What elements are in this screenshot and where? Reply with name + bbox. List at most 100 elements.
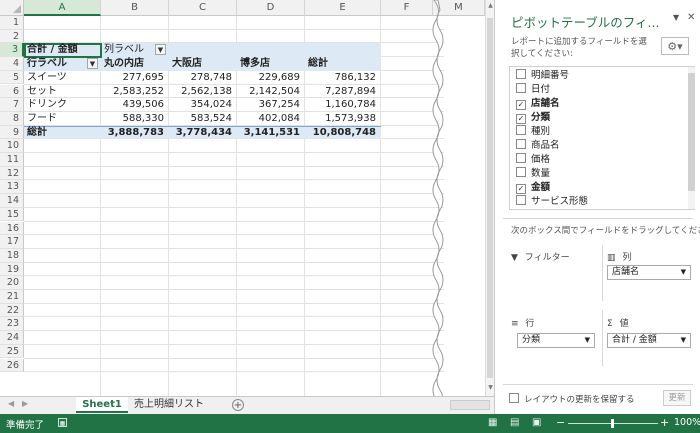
checkbox-icon[interactable]: [516, 83, 526, 93]
pivot-value-cell[interactable]: 354,024: [169, 98, 236, 112]
row-header[interactable]: 4: [0, 57, 24, 71]
row-header[interactable]: 26: [0, 358, 24, 373]
column-header-d[interactable]: D: [237, 0, 305, 16]
defer-update-option[interactable]: レイアウトの更新を保留する: [509, 393, 635, 405]
field-list-scrollbar[interactable]: [688, 67, 695, 209]
pivot-grand-total-label[interactable]: 総計: [27, 126, 99, 140]
pivot-grand-total-cell[interactable]: 3,141,531: [237, 126, 304, 140]
close-icon[interactable]: ✕: [687, 12, 695, 23]
row-header[interactable]: 6: [0, 84, 24, 99]
page-break-view-icon[interactable]: ▣: [532, 417, 541, 428]
column-header-a[interactable]: A: [24, 0, 101, 16]
column-filter-button[interactable]: ▼: [155, 44, 166, 56]
spreadsheet-grid[interactable]: A B C D E F M 1 2 3 4 5 6 7 8 9 10 11 12 13 14 15 16 17 1…: [0, 0, 494, 396]
horizontal-scrollbar[interactable]: [450, 400, 490, 410]
zoom-slider-thumb[interactable]: [611, 419, 614, 428]
columns-field-dropdown[interactable]: 店舗名 ▼: [607, 265, 691, 280]
row-header[interactable]: 9: [0, 125, 24, 140]
pivot-row-labels[interactable]: 行ラベル: [27, 57, 85, 71]
checkbox-icon[interactable]: [516, 153, 526, 163]
column-header-e[interactable]: E: [305, 0, 381, 16]
add-sheet-icon[interactable]: +: [232, 399, 244, 411]
pivot-value-cell[interactable]: 2,142,504: [237, 85, 304, 99]
row-header[interactable]: 7: [0, 98, 24, 112]
pivot-column-header[interactable]: 大阪店: [172, 57, 236, 71]
checkbox-checked-icon[interactable]: ✓: [516, 100, 526, 110]
rows-field-dropdown[interactable]: 分類 ▼: [517, 333, 595, 348]
pivot-value-cell[interactable]: 588,330: [101, 112, 168, 126]
pivot-field-item[interactable]: ✓ 金額: [516, 181, 680, 195]
row-header[interactable]: 2: [0, 29, 24, 44]
gear-icon[interactable]: ⚙▾: [661, 37, 689, 55]
row-filter-button[interactable]: ▼: [87, 58, 98, 70]
checkbox-icon[interactable]: [516, 195, 526, 205]
row-header[interactable]: 8: [0, 111, 24, 126]
pivot-row-total-cell[interactable]: 1,160,784: [305, 98, 380, 112]
pivot-row-label[interactable]: フード: [27, 112, 99, 126]
column-header-c[interactable]: C: [169, 0, 237, 16]
row-header[interactable]: 21: [0, 290, 24, 304]
checkbox-icon[interactable]: [516, 139, 526, 149]
pivot-row-total-cell[interactable]: 7,287,894: [305, 85, 380, 99]
pivot-row-label[interactable]: スイーツ: [27, 71, 99, 85]
pivot-value-cell[interactable]: 402,084: [237, 112, 304, 126]
pivot-value-cell[interactable]: 229,689: [237, 71, 304, 85]
pivot-field-item[interactable]: 価格: [516, 153, 680, 167]
normal-view-icon[interactable]: ▦: [488, 417, 497, 428]
row-header[interactable]: 13: [0, 180, 24, 195]
pivot-value-cell[interactable]: 277,695: [101, 71, 168, 85]
pane-options-dropdown-icon[interactable]: ▼: [673, 13, 679, 22]
pivot-field-item[interactable]: 日付: [516, 83, 680, 97]
scrollbar-thumb[interactable]: [688, 73, 695, 191]
row-header[interactable]: 23: [0, 317, 24, 332]
checkbox-icon[interactable]: [516, 69, 526, 79]
scroll-down-arrow-icon[interactable]: ▼: [487, 384, 494, 392]
sheet-tab-sales-detail[interactable]: 売上明細リスト: [130, 397, 208, 413]
row-header[interactable]: 20: [0, 276, 24, 290]
pivot-value-cell[interactable]: 583,524: [169, 112, 236, 126]
pivot-field-item[interactable]: 商品名: [516, 139, 680, 153]
row-header[interactable]: 5: [0, 70, 24, 85]
pivot-field-item[interactable]: 種別: [516, 125, 680, 139]
row-header[interactable]: 1: [0, 16, 24, 30]
pivot-value-caption[interactable]: 合計 / 金額: [27, 43, 99, 57]
pivot-grand-total-cell[interactable]: 10,808,748: [305, 126, 380, 140]
pivot-row-label[interactable]: ドリンク: [27, 98, 99, 112]
zoom-level[interactable]: 100%: [674, 417, 700, 428]
row-header[interactable]: 10: [0, 139, 24, 153]
select-all-corner[interactable]: [0, 0, 24, 16]
zoom-out-icon[interactable]: −: [556, 416, 565, 429]
column-header-b[interactable]: B: [101, 0, 169, 16]
scrollbar-thumb[interactable]: [487, 18, 493, 378]
row-header[interactable]: 19: [0, 262, 24, 277]
sheet-tab-sheet1[interactable]: Sheet1: [76, 397, 128, 413]
row-header[interactable]: 25: [0, 344, 24, 359]
row-header[interactable]: 17: [0, 235, 24, 249]
tab-scroll-right-icon[interactable]: ▶: [22, 399, 28, 408]
row-header[interactable]: 24: [0, 331, 24, 345]
row-header[interactable]: 18: [0, 248, 24, 263]
row-header[interactable]: 3: [0, 43, 24, 58]
checkbox-icon[interactable]: [516, 125, 526, 135]
pivot-field-item[interactable]: ✓ 店舗名: [516, 97, 680, 111]
checkbox-checked-icon[interactable]: ✓: [516, 114, 526, 124]
values-field-dropdown[interactable]: 合計 / 金額 ▼: [607, 333, 691, 348]
pivot-column-labels[interactable]: 列ラベル: [104, 43, 154, 57]
pivot-value-cell[interactable]: 2,562,138: [169, 85, 236, 99]
tab-scroll-left-icon[interactable]: ◀: [8, 399, 14, 408]
pivot-field-item[interactable]: サービス形態: [516, 195, 680, 209]
pivot-column-header[interactable]: 博多店: [240, 57, 304, 71]
pivot-row-total-cell[interactable]: 1,573,938: [305, 112, 380, 126]
row-header[interactable]: 22: [0, 303, 24, 318]
pivot-column-header[interactable]: 丸の内店: [104, 57, 168, 71]
pivot-row-total-cell[interactable]: 786,132: [305, 71, 380, 85]
update-button[interactable]: 更新: [663, 390, 691, 406]
pivot-row-label[interactable]: セット: [27, 85, 99, 99]
pivot-grand-total-header[interactable]: 総計: [308, 57, 380, 71]
scroll-up-arrow-icon[interactable]: ▲: [487, 2, 494, 10]
pivot-value-cell[interactable]: 367,254: [237, 98, 304, 112]
pivot-grand-total-cell[interactable]: 3,778,434: [169, 126, 236, 140]
pivot-field-item[interactable]: 明細番号: [516, 69, 680, 83]
defer-update-checkbox[interactable]: [509, 393, 519, 403]
pivot-grand-total-cell[interactable]: 3,888,783: [101, 126, 168, 140]
